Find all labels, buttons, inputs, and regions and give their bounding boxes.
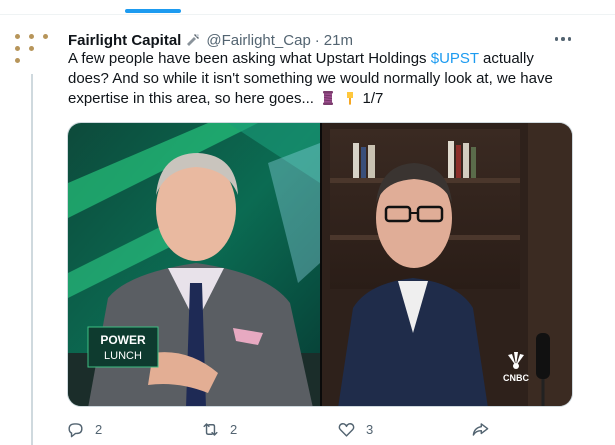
- pointing-down-emoji: [347, 92, 354, 105]
- thread-spool-emoji: [323, 91, 334, 105]
- active-tab-indicator: [125, 9, 181, 13]
- tweet-text: A few people have been asking what Upsta…: [68, 49, 578, 109]
- heart-icon: [338, 422, 355, 437]
- like-count: 3: [366, 421, 374, 437]
- reply-count: 2: [95, 421, 103, 437]
- tweet-media-image[interactable]: POWER LUNCH CNBC: [67, 122, 573, 407]
- header-separator: ·: [314, 31, 320, 49]
- tweet-actions: 2 2 3: [66, 418, 506, 440]
- thread-counter: 1/7: [362, 90, 384, 107]
- retweet-count: 2: [230, 421, 238, 437]
- retweet-icon: [203, 422, 218, 436]
- video-still: POWER LUNCH CNBC: [68, 123, 572, 406]
- thread-connector-line: [31, 74, 33, 445]
- reply-icon: [68, 422, 83, 437]
- like-button[interactable]: 3: [337, 418, 373, 440]
- more-options-icon[interactable]: [550, 29, 576, 49]
- timestamp[interactable]: 21m: [324, 32, 353, 49]
- show-logo-line1: POWER: [100, 333, 146, 347]
- share-button[interactable]: [471, 418, 490, 440]
- avatar[interactable]: [9, 28, 53, 72]
- flashlight-icon: [187, 34, 200, 46]
- author-name[interactable]: Fairlight Capital: [68, 32, 181, 49]
- share-icon: [472, 422, 489, 436]
- author-handle[interactable]: @Fairlight_Cap: [206, 32, 310, 49]
- cashtag-link[interactable]: $UPST: [431, 50, 479, 67]
- retweet-button[interactable]: 2: [201, 418, 237, 440]
- divider: [0, 14, 615, 15]
- show-logo-line2: LUNCH: [104, 350, 142, 362]
- network-logo-text: CNBC: [503, 373, 529, 383]
- reply-button[interactable]: 2: [66, 418, 102, 440]
- tweet-text-part: A few people have been asking what Upsta…: [68, 50, 431, 67]
- tweet-header: Fairlight Capital @Fairlight_Cap · 21m: [68, 30, 353, 50]
